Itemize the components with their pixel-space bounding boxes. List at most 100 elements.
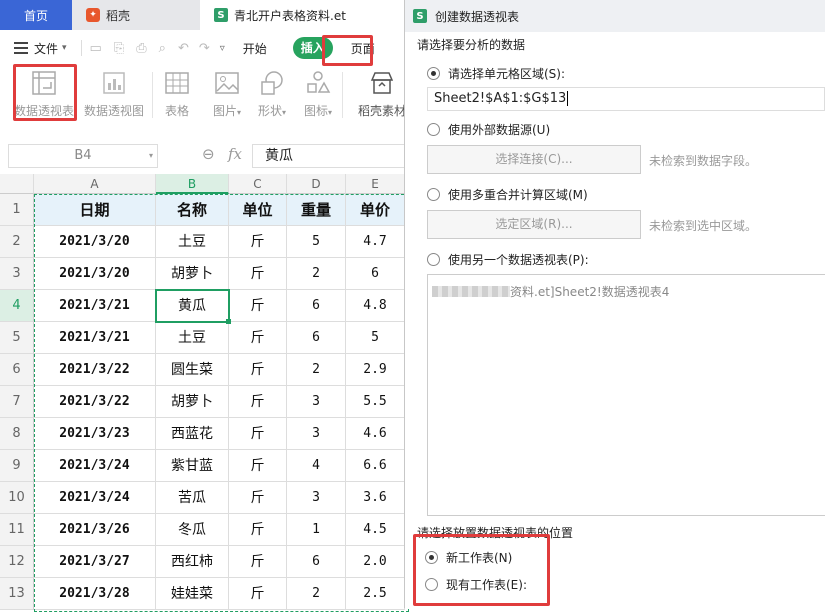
- choose-connection-button[interactable]: 选择连接(C)...: [427, 145, 641, 174]
- option-cell-range[interactable]: 请选择单元格区域(S):: [427, 65, 565, 82]
- pivot-list-item[interactable]: 资料.et]Sheet2!数据透视表4: [432, 283, 669, 300]
- table-cell[interactable]: 斤: [229, 482, 287, 514]
- header-cell[interactable]: 日期: [34, 194, 156, 226]
- table-cell[interactable]: 3: [287, 418, 346, 450]
- table-cell[interactable]: 2: [287, 258, 346, 290]
- row-header[interactable]: 13: [0, 578, 34, 610]
- table-cell[interactable]: 2021/3/28: [34, 578, 156, 610]
- undo-icon[interactable]: ↶: [178, 41, 189, 56]
- table-cell[interactable]: 4.8: [346, 290, 405, 322]
- row-header[interactable]: 12: [0, 546, 34, 578]
- fx-icon[interactable]: fx: [228, 145, 242, 163]
- table-cell[interactable]: 斤: [229, 386, 287, 418]
- row-header[interactable]: 6: [0, 354, 34, 386]
- table-cell[interactable]: 6: [287, 546, 346, 578]
- table-cell[interactable]: 斤: [229, 290, 287, 322]
- range-input[interactable]: Sheet2!$A$1:$G$13: [427, 87, 825, 111]
- table-cell[interactable]: 4.7: [346, 226, 405, 258]
- table-cell[interactable]: 2021/3/24: [34, 450, 156, 482]
- column-header[interactable]: A: [34, 174, 156, 194]
- table-cell[interactable]: 2021/3/22: [34, 386, 156, 418]
- table-cell[interactable]: 2021/3/27: [34, 546, 156, 578]
- table-cell[interactable]: 3: [287, 482, 346, 514]
- more-icon[interactable]: ▿: [220, 43, 225, 54]
- table-cell[interactable]: 5.5: [346, 386, 405, 418]
- table-cell[interactable]: 2021/3/26: [34, 514, 156, 546]
- header-cell[interactable]: 单位: [229, 194, 287, 226]
- chevron-down-icon[interactable]: ▾: [62, 43, 67, 53]
- table-cell[interactable]: 斤: [229, 578, 287, 610]
- table-cell[interactable]: 胡萝卜: [156, 386, 229, 418]
- option-multi-consolidation[interactable]: 使用多重合并计算区域(M): [427, 186, 588, 203]
- table-cell[interactable]: 圆生菜: [156, 354, 229, 386]
- table-cell[interactable]: 斤: [229, 450, 287, 482]
- row-header[interactable]: 1: [0, 194, 34, 226]
- table-cell[interactable]: 2.0: [346, 546, 405, 578]
- row-header[interactable]: 11: [0, 514, 34, 546]
- print-icon[interactable]: ⎙: [136, 41, 146, 56]
- table-cell[interactable]: 娃娃菜: [156, 578, 229, 610]
- radio-unselected[interactable]: [427, 188, 440, 201]
- choose-region-button[interactable]: 选定区域(R)...: [427, 210, 641, 239]
- table-cell[interactable]: 胡萝卜: [156, 258, 229, 290]
- name-box[interactable]: B4 ▾: [8, 144, 158, 168]
- row-header[interactable]: 10: [0, 482, 34, 514]
- picture-button[interactable]: 图片▾: [206, 70, 248, 119]
- file-menu[interactable]: 文件: [34, 40, 58, 57]
- zoom-icon[interactable]: ⊖: [202, 145, 215, 163]
- table-cell[interactable]: 4.6: [346, 418, 405, 450]
- table-cell[interactable]: 2.9: [346, 354, 405, 386]
- table-cell[interactable]: 6.6: [346, 450, 405, 482]
- table-cell[interactable]: 4.5: [346, 514, 405, 546]
- table-button[interactable]: 表格: [160, 70, 194, 119]
- pivot-list[interactable]: 资料.et]Sheet2!数据透视表4: [427, 274, 825, 516]
- table-cell[interactable]: 斤: [229, 354, 287, 386]
- radio-selected[interactable]: [427, 67, 440, 80]
- menu-start[interactable]: 开始: [243, 40, 267, 57]
- table-cell[interactable]: 斤: [229, 258, 287, 290]
- column-header[interactable]: B: [156, 174, 229, 194]
- icon-button[interactable]: 图标▾: [298, 70, 338, 119]
- row-header[interactable]: 7: [0, 386, 34, 418]
- table-cell[interactable]: 斤: [229, 418, 287, 450]
- fill-handle[interactable]: [226, 319, 231, 324]
- row-header[interactable]: 5: [0, 322, 34, 354]
- header-cell[interactable]: 重量: [287, 194, 346, 226]
- preview-icon[interactable]: ⌕: [159, 41, 166, 56]
- export-icon[interactable]: ⎘: [114, 41, 124, 56]
- row-header[interactable]: 9: [0, 450, 34, 482]
- table-cell[interactable]: 1: [287, 514, 346, 546]
- row-header[interactable]: 3: [0, 258, 34, 290]
- table-cell[interactable]: 紫甘蓝: [156, 450, 229, 482]
- table-cell[interactable]: 6: [287, 322, 346, 354]
- hamburger-icon[interactable]: [14, 42, 28, 54]
- table-cell[interactable]: 2021/3/21: [34, 322, 156, 354]
- table-cell[interactable]: 斤: [229, 546, 287, 578]
- table-cell[interactable]: 西蓝花: [156, 418, 229, 450]
- table-cell[interactable]: 5: [287, 226, 346, 258]
- table-cell[interactable]: 土豆: [156, 226, 229, 258]
- table-cell[interactable]: 西红柿: [156, 546, 229, 578]
- select-all-corner[interactable]: [0, 174, 34, 194]
- table-cell[interactable]: 2021/3/20: [34, 258, 156, 290]
- table-cell[interactable]: 6: [287, 290, 346, 322]
- table-cell[interactable]: 苦瓜: [156, 482, 229, 514]
- table-cell[interactable]: 2: [287, 578, 346, 610]
- row-header[interactable]: 4: [0, 290, 34, 322]
- tab-home[interactable]: 首页: [0, 0, 72, 30]
- table-cell[interactable]: 斤: [229, 514, 287, 546]
- column-header[interactable]: E: [346, 174, 405, 194]
- radio-unselected[interactable]: [427, 253, 440, 266]
- table-cell[interactable]: 斤: [229, 226, 287, 258]
- table-cell[interactable]: 2021/3/23: [34, 418, 156, 450]
- option-other-pivot[interactable]: 使用另一个数据透视表(P):: [427, 251, 589, 268]
- shape-button[interactable]: 形状▾: [252, 70, 292, 119]
- pivot-chart-button[interactable]: 数据透视图: [82, 70, 146, 119]
- table-cell[interactable]: 5: [346, 322, 405, 354]
- table-cell[interactable]: 6: [346, 258, 405, 290]
- table-cell[interactable]: 2021/3/20: [34, 226, 156, 258]
- table-cell[interactable]: 2021/3/21: [34, 290, 156, 322]
- redo-icon[interactable]: ↷: [199, 41, 210, 56]
- tab-daoke[interactable]: ✦ 稻壳: [74, 0, 194, 30]
- column-header[interactable]: C: [229, 174, 287, 194]
